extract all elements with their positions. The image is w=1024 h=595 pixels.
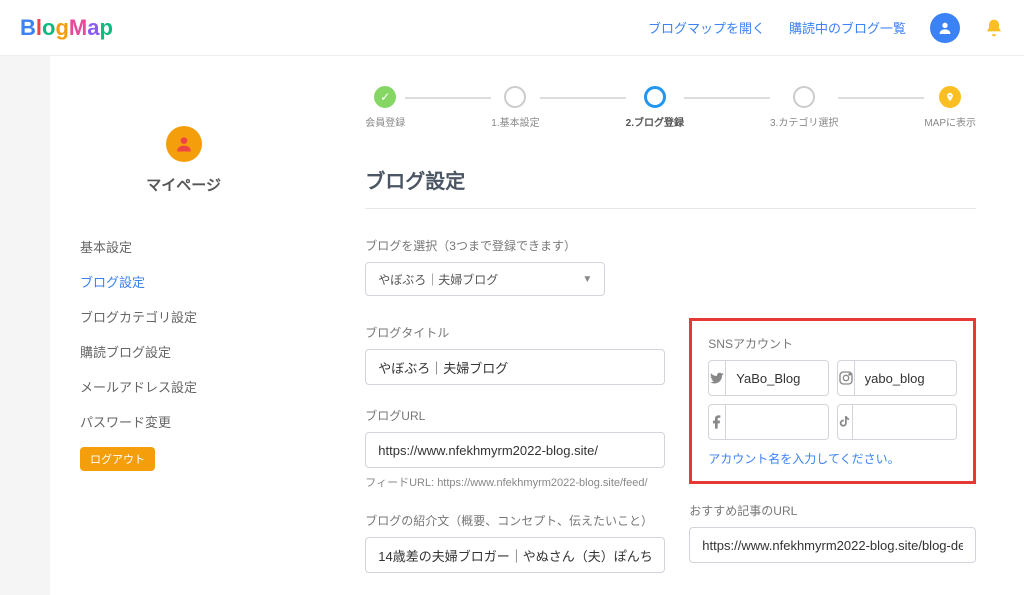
blog-url-label: ブログURL — [365, 407, 665, 424]
sidebar-item-category[interactable]: ブログカテゴリ設定 — [80, 299, 287, 334]
sidebar-title: マイページ — [50, 174, 317, 195]
user-icon — [937, 20, 953, 36]
recommended-url-1[interactable] — [689, 527, 976, 563]
sns-hint: アカウント名を入力してください。 — [708, 450, 957, 467]
circle-icon — [644, 86, 666, 108]
logout-button[interactable]: ログアウト — [80, 447, 155, 471]
step-register: ✓ 会員登録 — [365, 86, 405, 129]
instagram-icon — [838, 361, 855, 395]
step-map: MAPに表示 — [924, 86, 976, 129]
bell-icon[interactable] — [984, 18, 1004, 38]
logo[interactable]: BlogMap — [20, 15, 113, 41]
recommended-label: おすすめ記事のURL — [689, 502, 976, 519]
sns-highlight-box: SNSアカウント — [689, 318, 976, 484]
chevron-down-icon: ▼ — [582, 274, 592, 285]
twitter-input[interactable] — [726, 361, 828, 395]
sidebar-item-password[interactable]: パスワード変更 — [80, 404, 287, 439]
twitter-icon — [709, 361, 726, 395]
blog-select[interactable]: やぼぶろ｜夫婦ブログ ▼ — [365, 262, 605, 296]
user-avatar[interactable] — [930, 13, 960, 43]
sns-facebook — [708, 404, 828, 440]
divider — [365, 208, 976, 209]
step-category: 3.カテゴリ選択 — [770, 86, 838, 129]
circle-icon — [793, 86, 815, 108]
sidebar-menu: 基本設定 ブログ設定 ブログカテゴリ設定 購読ブログ設定 メールアドレス設定 パ… — [50, 229, 317, 471]
sns-instagram — [837, 360, 957, 396]
open-blogmap-link[interactable]: ブログマップを開く — [648, 18, 765, 37]
sidebar-item-blog[interactable]: ブログ設定 — [80, 264, 287, 299]
sidebar: マイページ 基本設定 ブログ設定 ブログカテゴリ設定 購読ブログ設定 メールアド… — [50, 56, 317, 595]
instagram-input[interactable] — [855, 361, 957, 395]
container: マイページ 基本設定 ブログ設定 ブログカテゴリ設定 購読ブログ設定 メールアド… — [0, 56, 1024, 595]
sidebar-item-basic[interactable]: 基本設定 — [80, 229, 287, 264]
select-label: ブログを選択（3つまで登録できます） — [365, 237, 976, 254]
stepper: ✓ 会員登録 1.基本設定 2.ブログ登録 3.カテゴリ選択 — [365, 86, 976, 129]
blog-url-input[interactable] — [365, 432, 665, 468]
main-content: ✓ 会員登録 1.基本設定 2.ブログ登録 3.カテゴリ選択 — [317, 56, 1024, 595]
sidebar-avatar — [166, 126, 202, 162]
sns-twitter — [708, 360, 828, 396]
user-icon — [174, 134, 194, 154]
header: BlogMap ブログマップを開く 購読中のブログ一覧 — [0, 0, 1024, 56]
blog-desc-input[interactable] — [365, 537, 665, 573]
feed-url-text: フィードURL: https://www.nfekhmyrm2022-blog.… — [365, 474, 665, 490]
blog-title-input[interactable] — [365, 349, 665, 385]
circle-icon — [504, 86, 526, 108]
tiktok-icon — [838, 405, 853, 439]
reading-blogs-link[interactable]: 購読中のブログ一覧 — [789, 18, 906, 37]
step-basic: 1.基本設定 — [491, 86, 539, 129]
sidebar-item-reading[interactable]: 購読ブログ設定 — [80, 334, 287, 369]
tiktok-input[interactable] — [853, 405, 957, 439]
facebook-icon — [709, 405, 726, 439]
facebook-input[interactable] — [726, 405, 828, 439]
blog-desc-label: ブログの紹介文（概要、コンセプト、伝えたいこと） — [365, 512, 665, 529]
page-title: ブログ設定 — [365, 165, 976, 194]
step-blog: 2.ブログ登録 — [626, 86, 684, 129]
pin-icon — [939, 86, 961, 108]
check-icon: ✓ — [374, 86, 396, 108]
header-right: ブログマップを開く 購読中のブログ一覧 — [648, 13, 1004, 43]
blog-title-label: ブログタイトル — [365, 324, 665, 341]
sns-label: SNSアカウント — [708, 335, 957, 352]
sidebar-item-email[interactable]: メールアドレス設定 — [80, 369, 287, 404]
sns-tiktok — [837, 404, 957, 440]
